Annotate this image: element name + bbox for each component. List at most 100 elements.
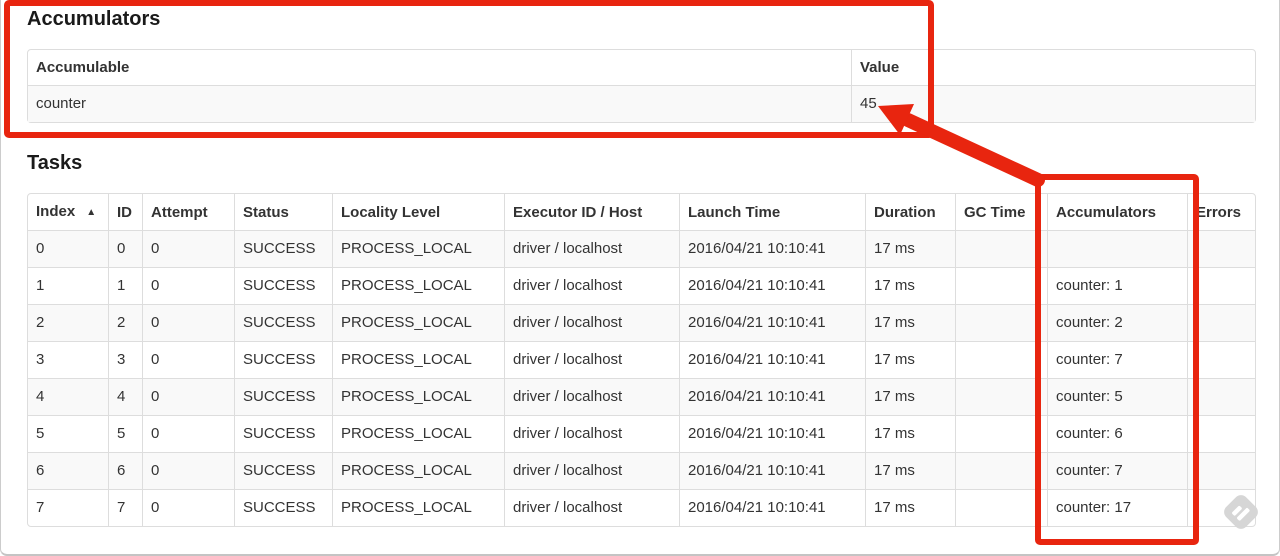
accumulators-header-row: Accumulable Value <box>28 50 1255 86</box>
task-cell-executor: driver / localhost <box>504 304 679 341</box>
task-cell-locality: PROCESS_LOCAL <box>332 452 504 489</box>
task-cell-status: SUCCESS <box>234 378 332 415</box>
task-cell-errors <box>1187 415 1255 452</box>
column-header-launch-time[interactable]: Launch Time <box>679 194 865 231</box>
task-cell-executor: driver / localhost <box>504 415 679 452</box>
task-cell-id: 1 <box>108 267 142 304</box>
task-cell-accumulators: counter: 7 <box>1047 341 1187 378</box>
task-row: 4 4 0 SUCCESS PROCESS_LOCAL driver / loc… <box>28 378 1255 415</box>
task-cell-accumulators: counter: 2 <box>1047 304 1187 341</box>
task-cell-status: SUCCESS <box>234 231 332 267</box>
task-cell-launch-time: 2016/04/21 10:10:41 <box>679 378 865 415</box>
task-cell-attempt: 0 <box>142 489 234 526</box>
task-cell-gc-time <box>955 304 1047 341</box>
task-cell-status: SUCCESS <box>234 452 332 489</box>
column-header-duration[interactable]: Duration <box>865 194 955 231</box>
task-cell-index: 5 <box>28 415 108 452</box>
column-header-index-label: Index <box>36 203 76 220</box>
task-cell-duration: 17 ms <box>865 267 955 304</box>
task-cell-duration: 17 ms <box>865 452 955 489</box>
spark-stage-page: Accumulators Accumulable Value counter 4… <box>0 0 1280 556</box>
task-cell-launch-time: 2016/04/21 10:10:41 <box>679 415 865 452</box>
task-cell-id: 7 <box>108 489 142 526</box>
sort-ascending-icon: ▲ <box>86 207 97 218</box>
column-header-executor-id-host[interactable]: Executor ID / Host <box>504 194 679 231</box>
task-cell-accumulators: counter: 6 <box>1047 415 1187 452</box>
task-cell-launch-time: 2016/04/21 10:10:41 <box>679 231 865 267</box>
task-cell-id: 4 <box>108 378 142 415</box>
task-cell-status: SUCCESS <box>234 304 332 341</box>
task-cell-errors <box>1187 341 1255 378</box>
task-cell-executor: driver / localhost <box>504 489 679 526</box>
task-cell-status: SUCCESS <box>234 489 332 526</box>
task-cell-duration: 17 ms <box>865 341 955 378</box>
task-cell-executor: driver / localhost <box>504 267 679 304</box>
task-cell-id: 2 <box>108 304 142 341</box>
task-cell-launch-time: 2016/04/21 10:10:41 <box>679 489 865 526</box>
task-cell-index: 7 <box>28 489 108 526</box>
task-cell-launch-time: 2016/04/21 10:10:41 <box>679 341 865 378</box>
column-header-accumulators[interactable]: Accumulators <box>1047 194 1187 231</box>
column-header-id[interactable]: ID <box>108 194 142 231</box>
accumulable-value-cell: 45 <box>851 86 1255 122</box>
task-cell-gc-time <box>955 341 1047 378</box>
task-cell-attempt: 0 <box>142 231 234 267</box>
task-cell-locality: PROCESS_LOCAL <box>332 415 504 452</box>
task-cell-accumulators: counter: 17 <box>1047 489 1187 526</box>
task-cell-launch-time: 2016/04/21 10:10:41 <box>679 267 865 304</box>
column-header-locality-level[interactable]: Locality Level <box>332 194 504 231</box>
task-cell-id: 6 <box>108 452 142 489</box>
task-cell-errors <box>1187 378 1255 415</box>
task-cell-executor: driver / localhost <box>504 231 679 267</box>
task-cell-attempt: 0 <box>142 267 234 304</box>
task-cell-accumulators: counter: 1 <box>1047 267 1187 304</box>
task-cell-index: 0 <box>36 240 45 257</box>
tasks-header-row: Index ▲ ID Attempt Status Locality Level … <box>28 194 1255 231</box>
task-cell-errors <box>1187 452 1255 489</box>
task-cell-attempt: 0 <box>142 452 234 489</box>
task-row: 2 2 0 SUCCESS PROCESS_LOCAL driver / loc… <box>28 304 1255 341</box>
task-row: 3 3 0 SUCCESS PROCESS_LOCAL driver / loc… <box>28 341 1255 378</box>
column-header-status[interactable]: Status <box>234 194 332 231</box>
task-cell-attempt: 0 <box>142 341 234 378</box>
task-cell-status: SUCCESS <box>234 415 332 452</box>
task-cell-locality: PROCESS_LOCAL <box>332 378 504 415</box>
task-cell-errors <box>1187 267 1255 304</box>
task-cell-index: 1 <box>28 267 108 304</box>
task-cell-locality: PROCESS_LOCAL <box>332 231 504 267</box>
tasks-section-title: Tasks <box>27 152 83 174</box>
accumulable-name-cell: counter <box>36 95 87 112</box>
accumulators-section-title: Accumulators <box>27 8 161 30</box>
task-cell-accumulators: counter: 5 <box>1047 378 1187 415</box>
task-cell-gc-time <box>955 267 1047 304</box>
task-cell-gc-time <box>955 415 1047 452</box>
task-cell-index: 6 <box>28 452 108 489</box>
task-cell-accumulators: counter: 7 <box>1047 452 1187 489</box>
task-cell-duration: 17 ms <box>865 415 955 452</box>
task-row: 6 6 0 SUCCESS PROCESS_LOCAL driver / loc… <box>28 452 1255 489</box>
column-header-errors[interactable]: Errors <box>1187 194 1255 231</box>
column-header-attempt[interactable]: Attempt <box>142 194 234 231</box>
task-row: 5 5 0 SUCCESS PROCESS_LOCAL driver / loc… <box>28 415 1255 452</box>
task-cell-id: 3 <box>108 341 142 378</box>
task-cell-duration: 17 ms <box>865 489 955 526</box>
task-cell-attempt: 0 <box>142 304 234 341</box>
task-cell-accumulators <box>1047 231 1187 267</box>
accumulator-row: counter 45 <box>28 86 1255 122</box>
task-cell-executor: driver / localhost <box>504 341 679 378</box>
column-header-gc-time[interactable]: GC Time <box>955 194 1047 231</box>
task-cell-locality: PROCESS_LOCAL <box>332 304 504 341</box>
task-cell-launch-time: 2016/04/21 10:10:41 <box>679 304 865 341</box>
task-row: 0 0 0 SUCCESS PROCESS_LOCAL driver / loc… <box>28 231 1255 267</box>
task-cell-locality: PROCESS_LOCAL <box>332 489 504 526</box>
task-cell-errors <box>1187 231 1255 267</box>
task-cell-attempt: 0 <box>142 378 234 415</box>
task-cell-duration: 17 ms <box>865 378 955 415</box>
task-cell-duration: 17 ms <box>865 304 955 341</box>
task-cell-index: 2 <box>28 304 108 341</box>
task-row: 1 1 0 SUCCESS PROCESS_LOCAL driver / loc… <box>28 267 1255 304</box>
task-cell-launch-time: 2016/04/21 10:10:41 <box>679 452 865 489</box>
task-cell-locality: PROCESS_LOCAL <box>332 341 504 378</box>
task-cell-duration: 17 ms <box>865 231 955 267</box>
column-header-index[interactable]: Index ▲ <box>28 194 108 231</box>
